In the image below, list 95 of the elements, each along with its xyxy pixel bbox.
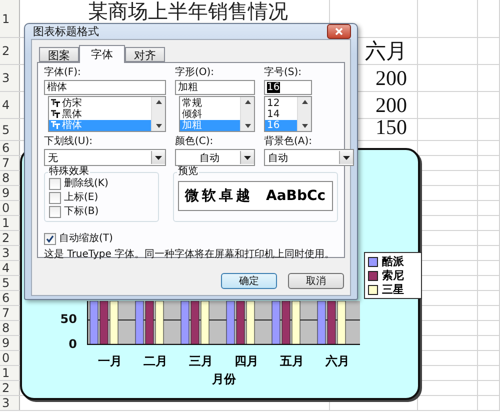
checkbox[interactable] bbox=[49, 178, 61, 190]
category-label: 一月 bbox=[96, 354, 123, 368]
scroll-up-icon[interactable] bbox=[302, 100, 308, 104]
category-label: 三月 bbox=[188, 354, 214, 368]
window-title: 图表标题格式 bbox=[32, 24, 99, 39]
caret-icon bbox=[343, 156, 350, 160]
legend-label: 三星 bbox=[382, 283, 404, 296]
field-label: 字体(F): bbox=[44, 67, 82, 79]
preview-sample: 微软卓越 bbox=[185, 187, 254, 205]
font-type-icon bbox=[51, 121, 60, 129]
row-number: 4 bbox=[1, 261, 10, 275]
table-cell: 150 bbox=[376, 116, 407, 139]
font-type-icon bbox=[51, 99, 60, 107]
checkbox[interactable] bbox=[49, 192, 61, 204]
list-item[interactable]: 倾斜 bbox=[180, 108, 240, 120]
scroll-up-icon[interactable] bbox=[156, 100, 162, 104]
field-label: 颜色(C): bbox=[175, 136, 214, 148]
tab[interactable]: 对齐 bbox=[125, 47, 165, 62]
category-label: 四月 bbox=[233, 354, 260, 368]
cancel-button[interactable]: 取消 bbox=[288, 273, 344, 289]
ok-button[interactable]: 确定 bbox=[221, 273, 277, 289]
row-number: 7 bbox=[1, 156, 10, 170]
legend-label: 索尼 bbox=[382, 269, 404, 282]
list-item[interactable]: 14 bbox=[265, 108, 297, 120]
row-number: 1 bbox=[1, 12, 10, 26]
scroll-down-icon[interactable] bbox=[156, 124, 162, 128]
checkbox-label[interactable]: 下标(B) bbox=[49, 205, 154, 218]
axis-title: 月份 bbox=[212, 372, 236, 387]
info-text: 这是 TrueType 字体。同一种字体将在屏幕和打印机上同时使用。 bbox=[44, 249, 336, 261]
row-number: 9 bbox=[1, 186, 10, 200]
checkbox[interactable] bbox=[49, 206, 61, 218]
row-number: 8 bbox=[1, 321, 10, 335]
list-item[interactable]: 12 bbox=[265, 98, 297, 108]
checkbox[interactable] bbox=[44, 232, 56, 244]
row-number: 9 bbox=[1, 336, 10, 350]
row-number: 3 bbox=[1, 246, 10, 260]
dropdown[interactable]: 自动 bbox=[264, 149, 354, 166]
list-item[interactable]: 黑体 bbox=[49, 108, 151, 120]
row-number: 5 bbox=[1, 276, 10, 290]
close-icon bbox=[335, 28, 343, 35]
category-label: 六月 bbox=[324, 354, 350, 368]
table-cell: 200 bbox=[376, 94, 407, 117]
row-number: 7 bbox=[1, 306, 10, 320]
row-number: 8 bbox=[1, 171, 10, 185]
row-number: 6 bbox=[1, 141, 10, 155]
option-list[interactable]: 12 14 16 bbox=[264, 96, 312, 132]
legend-label: 酷派 bbox=[382, 255, 404, 268]
group-title: 特殊效果 bbox=[48, 166, 90, 178]
tab[interactable]: 字体 bbox=[79, 45, 125, 63]
sheet-title: 某商场上半年销售情况 bbox=[88, 0, 288, 23]
check-icon bbox=[46, 234, 54, 242]
row-number: 2 bbox=[1, 381, 10, 395]
column-heading: 六月 bbox=[365, 40, 407, 63]
scroll-down-icon[interactable] bbox=[244, 124, 250, 128]
field-label: 字号(S): bbox=[264, 67, 303, 79]
field-label: 下划线(U): bbox=[44, 136, 94, 148]
text-field[interactable]: 加粗 bbox=[175, 80, 255, 95]
row-number: 4 bbox=[1, 98, 10, 112]
caret-icon bbox=[155, 156, 162, 160]
row-number: 0 bbox=[1, 201, 10, 215]
axis-tick-label: 50 bbox=[60, 312, 77, 326]
row-number: 5 bbox=[1, 122, 10, 136]
row-number: 3 bbox=[1, 396, 10, 410]
row-number: 1 bbox=[1, 366, 10, 380]
option-list[interactable]: 常规 倾斜 加粗 bbox=[179, 96, 255, 132]
checkbox-label[interactable]: 上标(E) bbox=[49, 191, 154, 204]
axis-tick-label: 0 bbox=[68, 337, 77, 351]
caret-icon bbox=[244, 156, 251, 160]
font-type-icon bbox=[51, 110, 60, 118]
option-list[interactable]: 仿宋 黑体 楷体 bbox=[48, 96, 166, 132]
text-field[interactable]: 16 bbox=[264, 80, 312, 95]
text-field[interactable]: 楷体 bbox=[44, 80, 166, 95]
scroll-up-icon[interactable] bbox=[244, 100, 250, 104]
field-label: 字形(O): bbox=[175, 67, 216, 79]
row-number: 2 bbox=[1, 44, 10, 58]
category-label: 二月 bbox=[142, 354, 168, 368]
row-number: 1 bbox=[1, 216, 10, 230]
scroll-down-icon[interactable] bbox=[302, 124, 308, 128]
table-cell: 200 bbox=[376, 67, 407, 90]
row-number: 2 bbox=[1, 231, 10, 245]
preview-sample: AaBbCc bbox=[266, 188, 326, 204]
row-number: 0 bbox=[1, 351, 10, 365]
close-button[interactable] bbox=[327, 24, 351, 39]
list-item[interactable]: 常规 bbox=[180, 98, 240, 108]
row-number: 3 bbox=[1, 71, 10, 85]
category-label: 五月 bbox=[278, 354, 305, 368]
dropdown[interactable]: 自动 bbox=[175, 149, 255, 166]
checkbox-label[interactable]: 自动缩放(T) bbox=[44, 232, 338, 245]
row-number: 6 bbox=[1, 291, 10, 305]
group-title: 预览 bbox=[176, 166, 199, 178]
checkbox-label[interactable]: 删除线(K) bbox=[49, 177, 154, 190]
dropdown[interactable]: 无 bbox=[44, 149, 166, 166]
tab[interactable]: 图案 bbox=[39, 47, 79, 62]
list-item[interactable]: 仿宋 bbox=[49, 98, 151, 108]
field-label: 背景色(A): bbox=[264, 136, 314, 148]
